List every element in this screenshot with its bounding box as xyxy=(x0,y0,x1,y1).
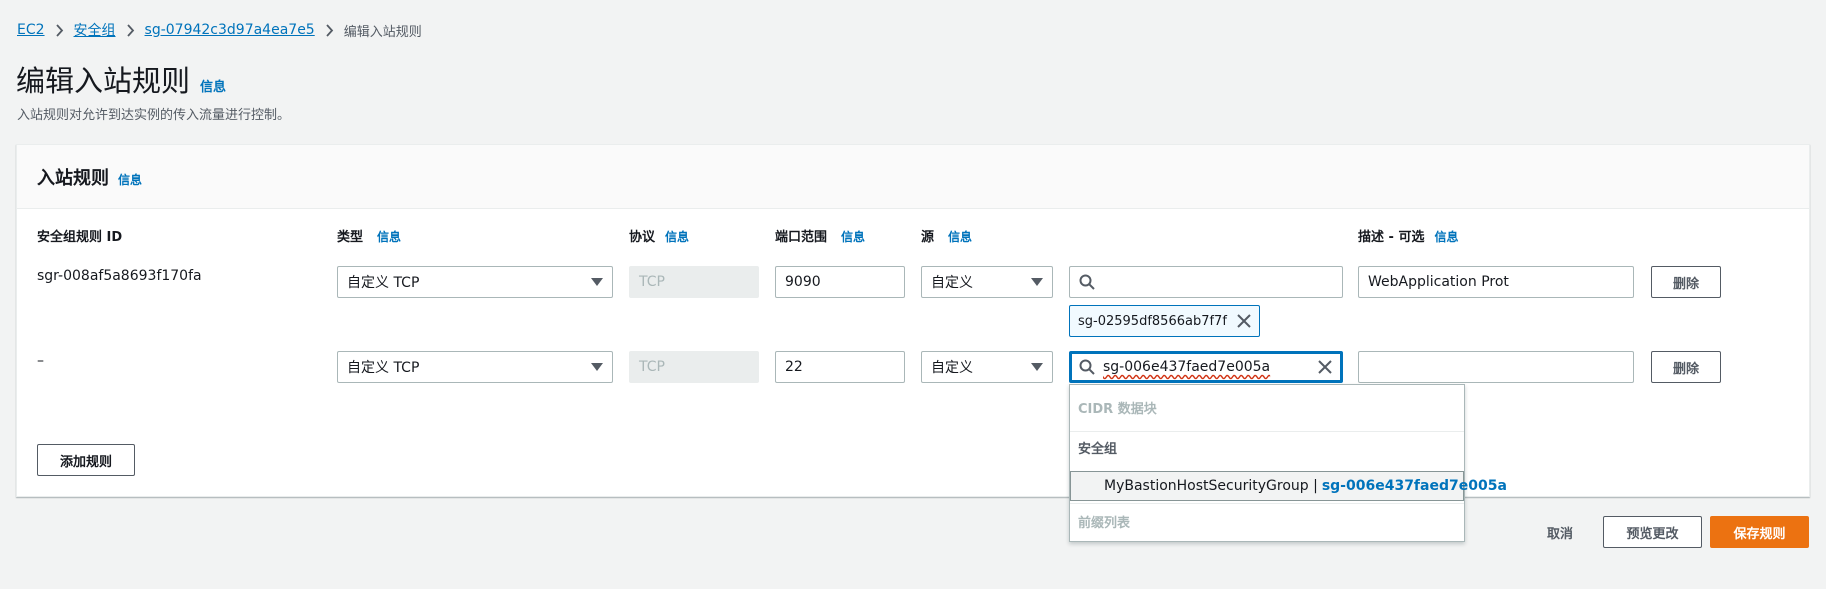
chevron-right-icon xyxy=(55,23,64,37)
panel-title-row: 入站规则 信息 xyxy=(37,164,142,190)
preview-changes-button[interactable]: 预览更改 xyxy=(1603,516,1702,548)
inbound-rules-panel: 入站规则 信息 xyxy=(16,144,1810,497)
type-select-2[interactable]: 自定义 TCP xyxy=(337,351,613,383)
panel-header: 入站规则 信息 xyxy=(17,145,1809,209)
caret-down-icon xyxy=(591,363,603,371)
dropdown-option-bastion-sg[interactable]: MyBastionHostSecurityGroup | sg-006e437f… xyxy=(1070,471,1507,501)
breadcrumb: EC2 安全组 sg-07942c3d97a4ea7e5 编辑入站规则 xyxy=(17,20,422,40)
description-info-link[interactable]: 信息 xyxy=(1434,228,1458,245)
page-header: 编辑入站规则 信息 xyxy=(16,58,226,100)
cancel-button[interactable]: 取消 xyxy=(1530,516,1590,548)
port-input-2-value: 22 xyxy=(785,359,803,375)
chevron-right-icon xyxy=(126,23,135,37)
dropdown-divider xyxy=(1070,503,1464,504)
page-title: 编辑入站规则 xyxy=(16,64,191,98)
source-dropdown: CIDR 数据块 安全组 MyBastionHostSecurityGroup … xyxy=(1069,384,1507,542)
save-rules-button[interactable]: 保存规则 xyxy=(1710,516,1809,548)
remove-token-icon[interactable] xyxy=(1237,314,1251,328)
breadcrumb-current: 编辑入站规则 xyxy=(343,24,422,40)
description-input-1[interactable]: WebApplication Prot xyxy=(1358,266,1634,298)
panel-info-link[interactable]: 信息 xyxy=(118,171,142,188)
rule-id-1: sgr-008af5a8693f170fa xyxy=(37,268,202,284)
source-select-1[interactable]: 自定义 xyxy=(921,266,1053,298)
col-header-source-label: 源 xyxy=(921,230,935,245)
port-input-2[interactable]: 22 xyxy=(775,351,905,383)
description-input-1-value: WebApplication Prot xyxy=(1368,274,1509,290)
source-token-1-label: sg-02595df8566ab7f7f xyxy=(1078,313,1227,329)
rule-id-2: – xyxy=(37,353,44,369)
port-input-1-value: 9090 xyxy=(785,274,821,290)
delete-button-2[interactable]: 删除 xyxy=(1651,351,1721,383)
search-icon xyxy=(1079,274,1095,290)
col-header-type-label: 类型 xyxy=(337,230,364,245)
protocol-field-1-value: TCP xyxy=(639,274,665,290)
port-input-1[interactable]: 9090 xyxy=(775,266,905,298)
description-input-2[interactable] xyxy=(1358,351,1634,383)
col-header-type: 类型 信息 xyxy=(337,226,401,245)
dropdown-option-id: sg-006e437faed7e005a xyxy=(1321,478,1507,494)
chevron-right-icon xyxy=(325,23,334,37)
source-select-2-value: 自定义 xyxy=(931,360,973,376)
breadcrumb-ec2[interactable]: EC2 xyxy=(17,22,45,38)
dropdown-group-prefix-lists: 前缀列表 xyxy=(1078,515,1131,531)
source-select-1-value: 自定义 xyxy=(931,275,973,291)
dropdown-option-name: MyBastionHostSecurityGroup | xyxy=(1104,478,1318,494)
caret-down-icon xyxy=(1031,278,1043,286)
search-icon xyxy=(1079,359,1095,375)
type-select-1-value: 自定义 TCP xyxy=(347,275,420,291)
source-token-1: sg-02595df8566ab7f7f xyxy=(1069,305,1260,337)
type-info-link[interactable]: 信息 xyxy=(377,228,401,245)
type-select-1[interactable]: 自定义 TCP xyxy=(337,266,613,298)
delete-button-1[interactable]: 删除 xyxy=(1651,266,1721,298)
panel-title: 入站规则 xyxy=(37,168,109,189)
port-info-link[interactable]: 信息 xyxy=(841,228,865,245)
dropdown-divider xyxy=(1070,431,1464,432)
col-header-description-label: 描述 - 可选 xyxy=(1358,230,1425,245)
source-search-input-1[interactable] xyxy=(1069,266,1343,298)
breadcrumb-security-groups[interactable]: 安全组 xyxy=(74,20,116,40)
col-header-rule-id-label: 安全组规则 ID xyxy=(37,230,123,245)
clear-icon[interactable] xyxy=(1318,360,1332,374)
breadcrumb-sg-id[interactable]: sg-07942c3d97a4ea7e5 xyxy=(145,22,315,38)
protocol-field-2-value: TCP xyxy=(639,359,665,375)
col-header-protocol-label: 协议 xyxy=(629,230,656,245)
page-info-link[interactable]: 信息 xyxy=(200,76,226,95)
dropdown-group-cidr: CIDR 数据块 xyxy=(1078,401,1157,417)
col-header-protocol: 协议 信息 xyxy=(629,226,689,245)
col-header-port-range: 端口范围 信息 xyxy=(775,226,865,245)
dropdown-group-security-groups: 安全组 xyxy=(1078,441,1118,457)
protocol-info-link[interactable]: 信息 xyxy=(665,228,689,245)
col-header-description: 描述 - 可选 信息 xyxy=(1358,226,1458,245)
caret-down-icon xyxy=(591,278,603,286)
caret-down-icon xyxy=(1031,363,1043,371)
add-rule-button[interactable]: 添加规则 xyxy=(37,444,135,476)
type-select-2-value: 自定义 TCP xyxy=(347,360,420,376)
source-search-input-2-value: sg-006e437faed7e005a xyxy=(1103,359,1271,375)
page-description: 入站规则对允许到达实例的传入流量进行控制。 xyxy=(17,108,291,123)
source-select-2[interactable]: 自定义 xyxy=(921,351,1053,383)
protocol-field-2: TCP xyxy=(629,351,759,383)
protocol-field-1: TCP xyxy=(629,266,759,298)
col-header-rule-id: 安全组规则 ID xyxy=(37,226,122,245)
col-header-port-range-label: 端口范围 xyxy=(775,230,828,245)
col-header-source: 源 信息 xyxy=(921,226,972,245)
source-search-input-2[interactable]: sg-006e437faed7e005a xyxy=(1069,351,1343,383)
source-info-link[interactable]: 信息 xyxy=(948,228,972,245)
